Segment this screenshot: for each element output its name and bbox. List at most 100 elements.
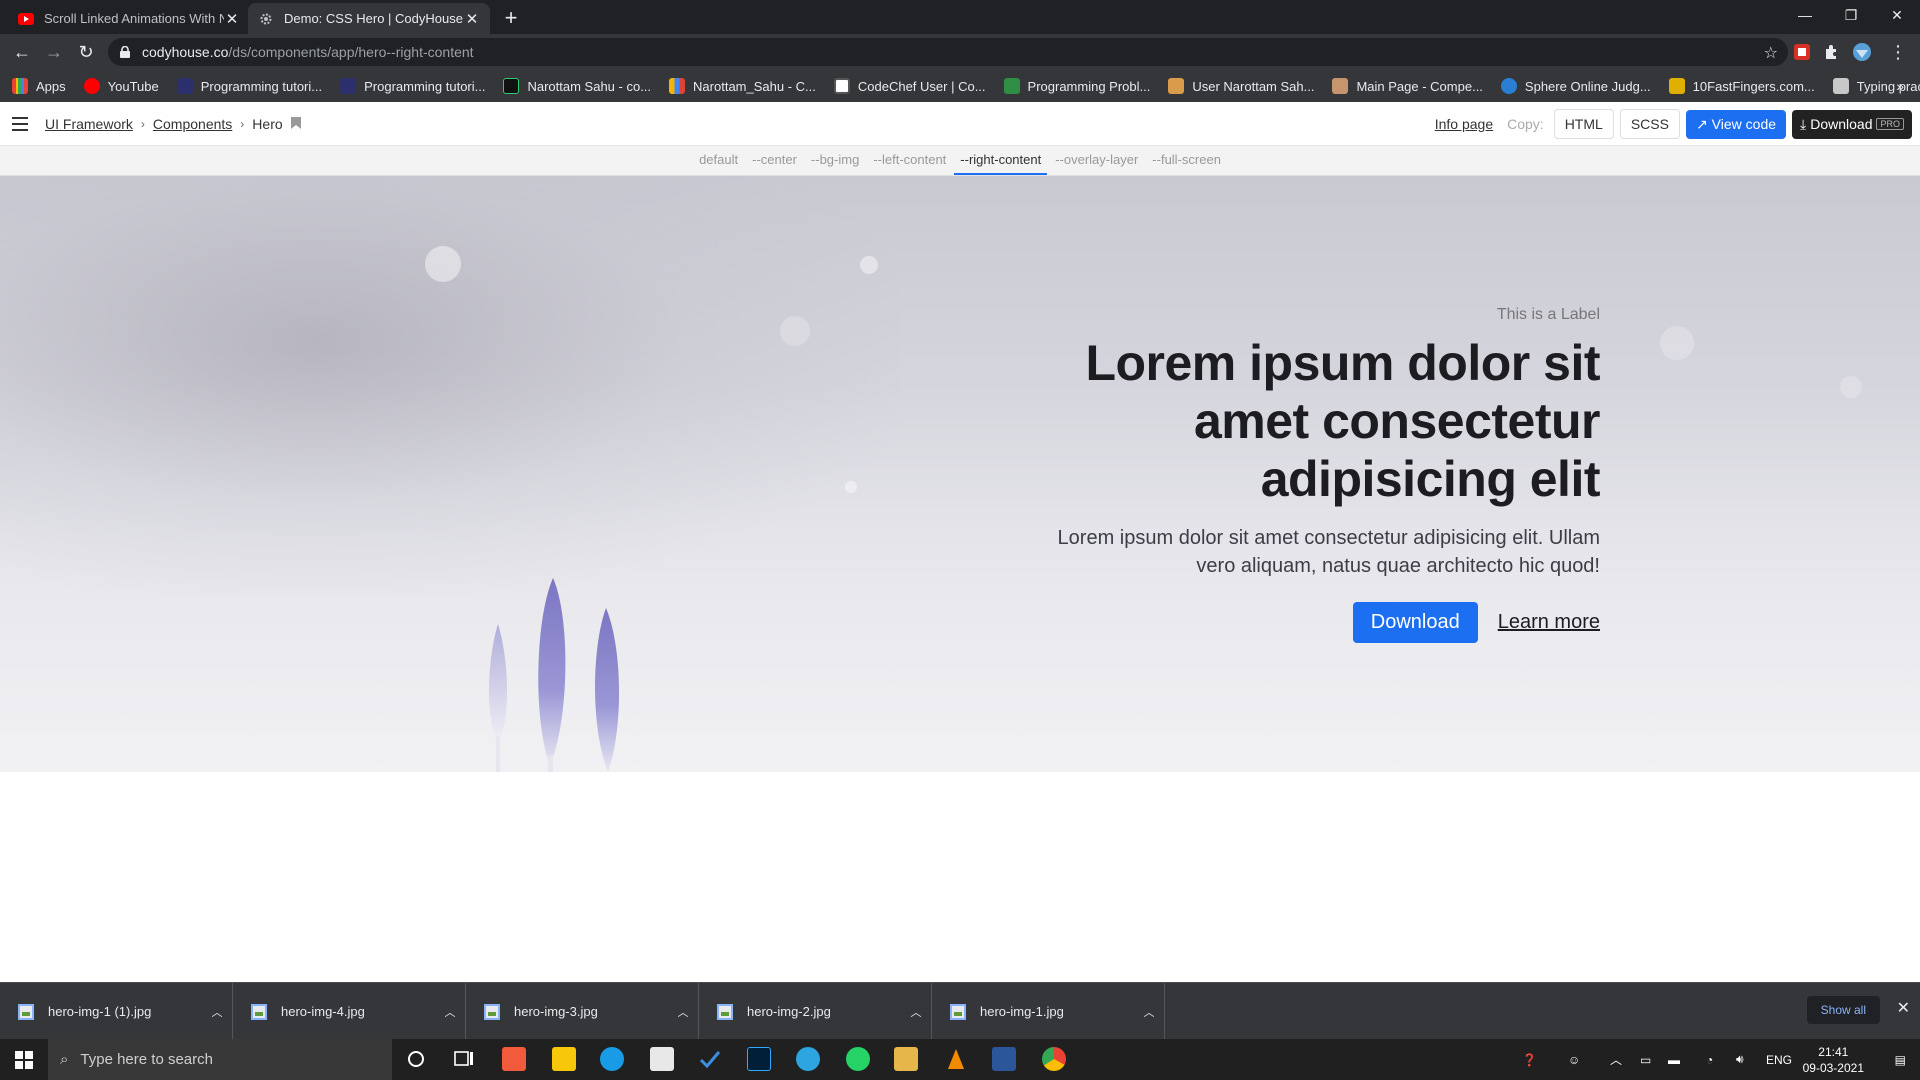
close-tab-icon[interactable]: ✕	[224, 10, 240, 28]
extension-red-icon[interactable]	[1792, 42, 1812, 62]
bookmark-label: Programming Probl...	[1027, 78, 1151, 94]
download-filename: hero-img-1.jpg	[980, 1004, 1064, 1019]
bookmark-label: CodeChef User | Co...	[857, 78, 986, 94]
copy-scss-button[interactable]: SCSS	[1619, 109, 1680, 139]
bookmark-codechef[interactable]: CodeChef User | Co...	[833, 78, 986, 94]
chevron-up-icon[interactable]: ︿	[202, 1004, 232, 1020]
app-icon-red[interactable]	[502, 1047, 526, 1071]
view-code-button[interactable]: ↗ View code	[1685, 109, 1787, 139]
download-item[interactable]: hero-img-1.jpg ︿	[932, 983, 1165, 1040]
download-filename: hero-img-3.jpg	[514, 1004, 598, 1019]
download-item[interactable]: hero-img-2.jpg ︿	[699, 983, 932, 1040]
url-path: /ds/components/app/hero--right-content	[228, 44, 474, 60]
back-icon[interactable]: ←	[8, 38, 36, 66]
browser-menu-icon[interactable]: ⋮	[1884, 38, 1912, 66]
download-pro-button[interactable]: ⤓ Download PRO	[1792, 109, 1912, 139]
word-icon[interactable]	[992, 1047, 1016, 1071]
browser-tab-youtube[interactable]: Scroll Linked Animations With N ✕	[8, 3, 250, 34]
hero-download-button[interactable]: Download	[1352, 602, 1478, 643]
task-view-icon[interactable]	[452, 1047, 476, 1071]
whatsapp-icon[interactable]	[846, 1047, 870, 1071]
telegram-icon[interactable]	[796, 1047, 820, 1071]
bookmark-programming-1[interactable]: Programming tutori...	[176, 78, 322, 94]
bookmark-typing-practice[interactable]: Typing practice	[1832, 78, 1920, 94]
tab-variant-right-content[interactable]: --right-content	[954, 146, 1048, 175]
taskbar-clock[interactable]: 21:41 09-03-2021	[1803, 1044, 1864, 1076]
language-indicator[interactable]: ENG	[1766, 1039, 1792, 1080]
volume-icon[interactable]: 🔊︎	[1736, 1039, 1744, 1080]
bookmark-apps[interactable]: Apps	[12, 78, 66, 94]
bookmark-spoj[interactable]: Sphere Online Judg...	[1500, 78, 1651, 94]
breadcrumb-components[interactable]: Components	[153, 116, 232, 132]
download-item[interactable]: hero-img-1 (1).jpg ︿	[0, 983, 233, 1040]
chevron-up-icon[interactable]: ︿	[435, 1004, 465, 1020]
restore-icon[interactable]: ❐	[1828, 0, 1874, 30]
chevron-up-icon[interactable]: ︿	[1610, 1039, 1622, 1080]
tab-variant-bg-img[interactable]: --bg-img	[805, 146, 865, 175]
site-icon	[340, 78, 357, 94]
vlc-icon[interactable]	[944, 1047, 968, 1071]
forward-icon[interactable]: →	[40, 38, 68, 66]
help-icon[interactable]: ❓	[1522, 1039, 1537, 1080]
cortana-icon[interactable]	[404, 1047, 428, 1071]
file-explorer-icon[interactable]	[894, 1047, 918, 1071]
close-window-icon[interactable]: ✕	[1874, 0, 1920, 30]
chevron-up-icon[interactable]: ︿	[901, 1004, 931, 1020]
bookmarks-overflow-icon[interactable]: »	[1896, 78, 1904, 94]
tab-title: Demo: CSS Hero | CodyHouse	[284, 11, 463, 26]
device-icon[interactable]: ▭	[1640, 1039, 1651, 1080]
photoshop-icon[interactable]	[747, 1047, 771, 1071]
download-item[interactable]: hero-img-4.jpg ︿	[233, 983, 466, 1040]
browser-tab-codyhouse[interactable]: Demo: CSS Hero | CodyHouse ✕	[248, 3, 490, 34]
bookmark-10fastfingers[interactable]: 10FastFingers.com...	[1668, 78, 1815, 94]
bookmark-icon[interactable]	[290, 116, 301, 132]
tab-variant-default[interactable]: default	[693, 146, 744, 175]
copy-html-button[interactable]: HTML	[1553, 109, 1614, 139]
bookmark-programming-2[interactable]: Programming tutori...	[340, 78, 485, 94]
bookmark-gfg[interactable]: Programming Probl...	[1003, 78, 1151, 94]
wifi-icon[interactable]: ◔	[1706, 1039, 1713, 1080]
profile-avatar-icon[interactable]	[1852, 42, 1872, 62]
windows-taskbar: ⌕ Type here to search ❓ ☺ ︿ ▭ ▬ ◔ 🔊︎ ENG…	[0, 1039, 1920, 1080]
hero-title: Lorem ipsum dolor sit amet consectetur a…	[980, 334, 1600, 508]
show-all-downloads-button[interactable]: Show all	[1806, 996, 1880, 1024]
taskbar-search-input[interactable]: ⌕ Type here to search	[48, 1039, 392, 1080]
tab-variant-center[interactable]: --center	[746, 146, 803, 175]
bookmark-narottam-1[interactable]: Narottam Sahu - co...	[503, 78, 651, 94]
bookmark-narottam-2[interactable]: Narottam_Sahu - C...	[669, 78, 816, 94]
tab-variant-full-screen[interactable]: --full-screen	[1146, 146, 1227, 175]
chrome-icon[interactable]	[1042, 1047, 1066, 1071]
breadcrumb-ui-framework[interactable]: UI Framework	[45, 116, 133, 132]
reload-icon[interactable]: ↻	[72, 38, 100, 66]
info-page-link[interactable]: Info page	[1435, 116, 1493, 132]
download-item[interactable]: hero-img-3.jpg ︿	[466, 983, 699, 1040]
minimize-icon[interactable]: —	[1782, 0, 1828, 30]
battery-icon[interactable]: ▬	[1668, 1039, 1680, 1080]
bookmark-main-page[interactable]: Main Page - Compe...	[1332, 78, 1483, 94]
extensions-puzzle-icon[interactable]	[1822, 42, 1842, 62]
bookmark-star-icon[interactable]: ☆	[1764, 43, 1778, 63]
bookmark-user-narottam[interactable]: User Narottam Sah...	[1168, 78, 1314, 94]
chevron-up-icon[interactable]: ︿	[668, 1004, 698, 1020]
bookmark-youtube[interactable]: YouTube	[83, 78, 159, 94]
new-tab-button[interactable]: +	[498, 5, 524, 31]
windows-start-icon[interactable]	[0, 1039, 48, 1080]
spoj-icon	[1500, 78, 1517, 94]
address-bar[interactable]: codyhouse.co/ds/components/app/hero--rig…	[108, 38, 1788, 66]
tab-variant-left-content[interactable]: --left-content	[867, 146, 952, 175]
tab-variant-overlay-layer[interactable]: --overlay-layer	[1049, 146, 1144, 175]
notifications-icon[interactable]: ▤	[1895, 1039, 1906, 1080]
people-icon[interactable]: ☺	[1568, 1039, 1580, 1080]
hamburger-menu-icon[interactable]	[10, 114, 30, 134]
site-icon	[1168, 78, 1185, 94]
learn-more-link[interactable]: Learn more	[1498, 611, 1600, 634]
sticky-notes-icon[interactable]	[552, 1047, 576, 1071]
close-shelf-icon[interactable]: ✕	[1897, 998, 1910, 1018]
todo-check-icon[interactable]	[698, 1047, 722, 1071]
chevron-up-icon[interactable]: ︿	[1134, 1004, 1164, 1020]
edge-browser-icon[interactable]	[600, 1047, 624, 1071]
close-tab-icon[interactable]: ✕	[464, 10, 480, 28]
hero-section: This is a Label Lorem ipsum dolor sit am…	[0, 176, 1920, 772]
gfg-icon	[1003, 78, 1020, 94]
store-icon[interactable]	[650, 1047, 674, 1071]
